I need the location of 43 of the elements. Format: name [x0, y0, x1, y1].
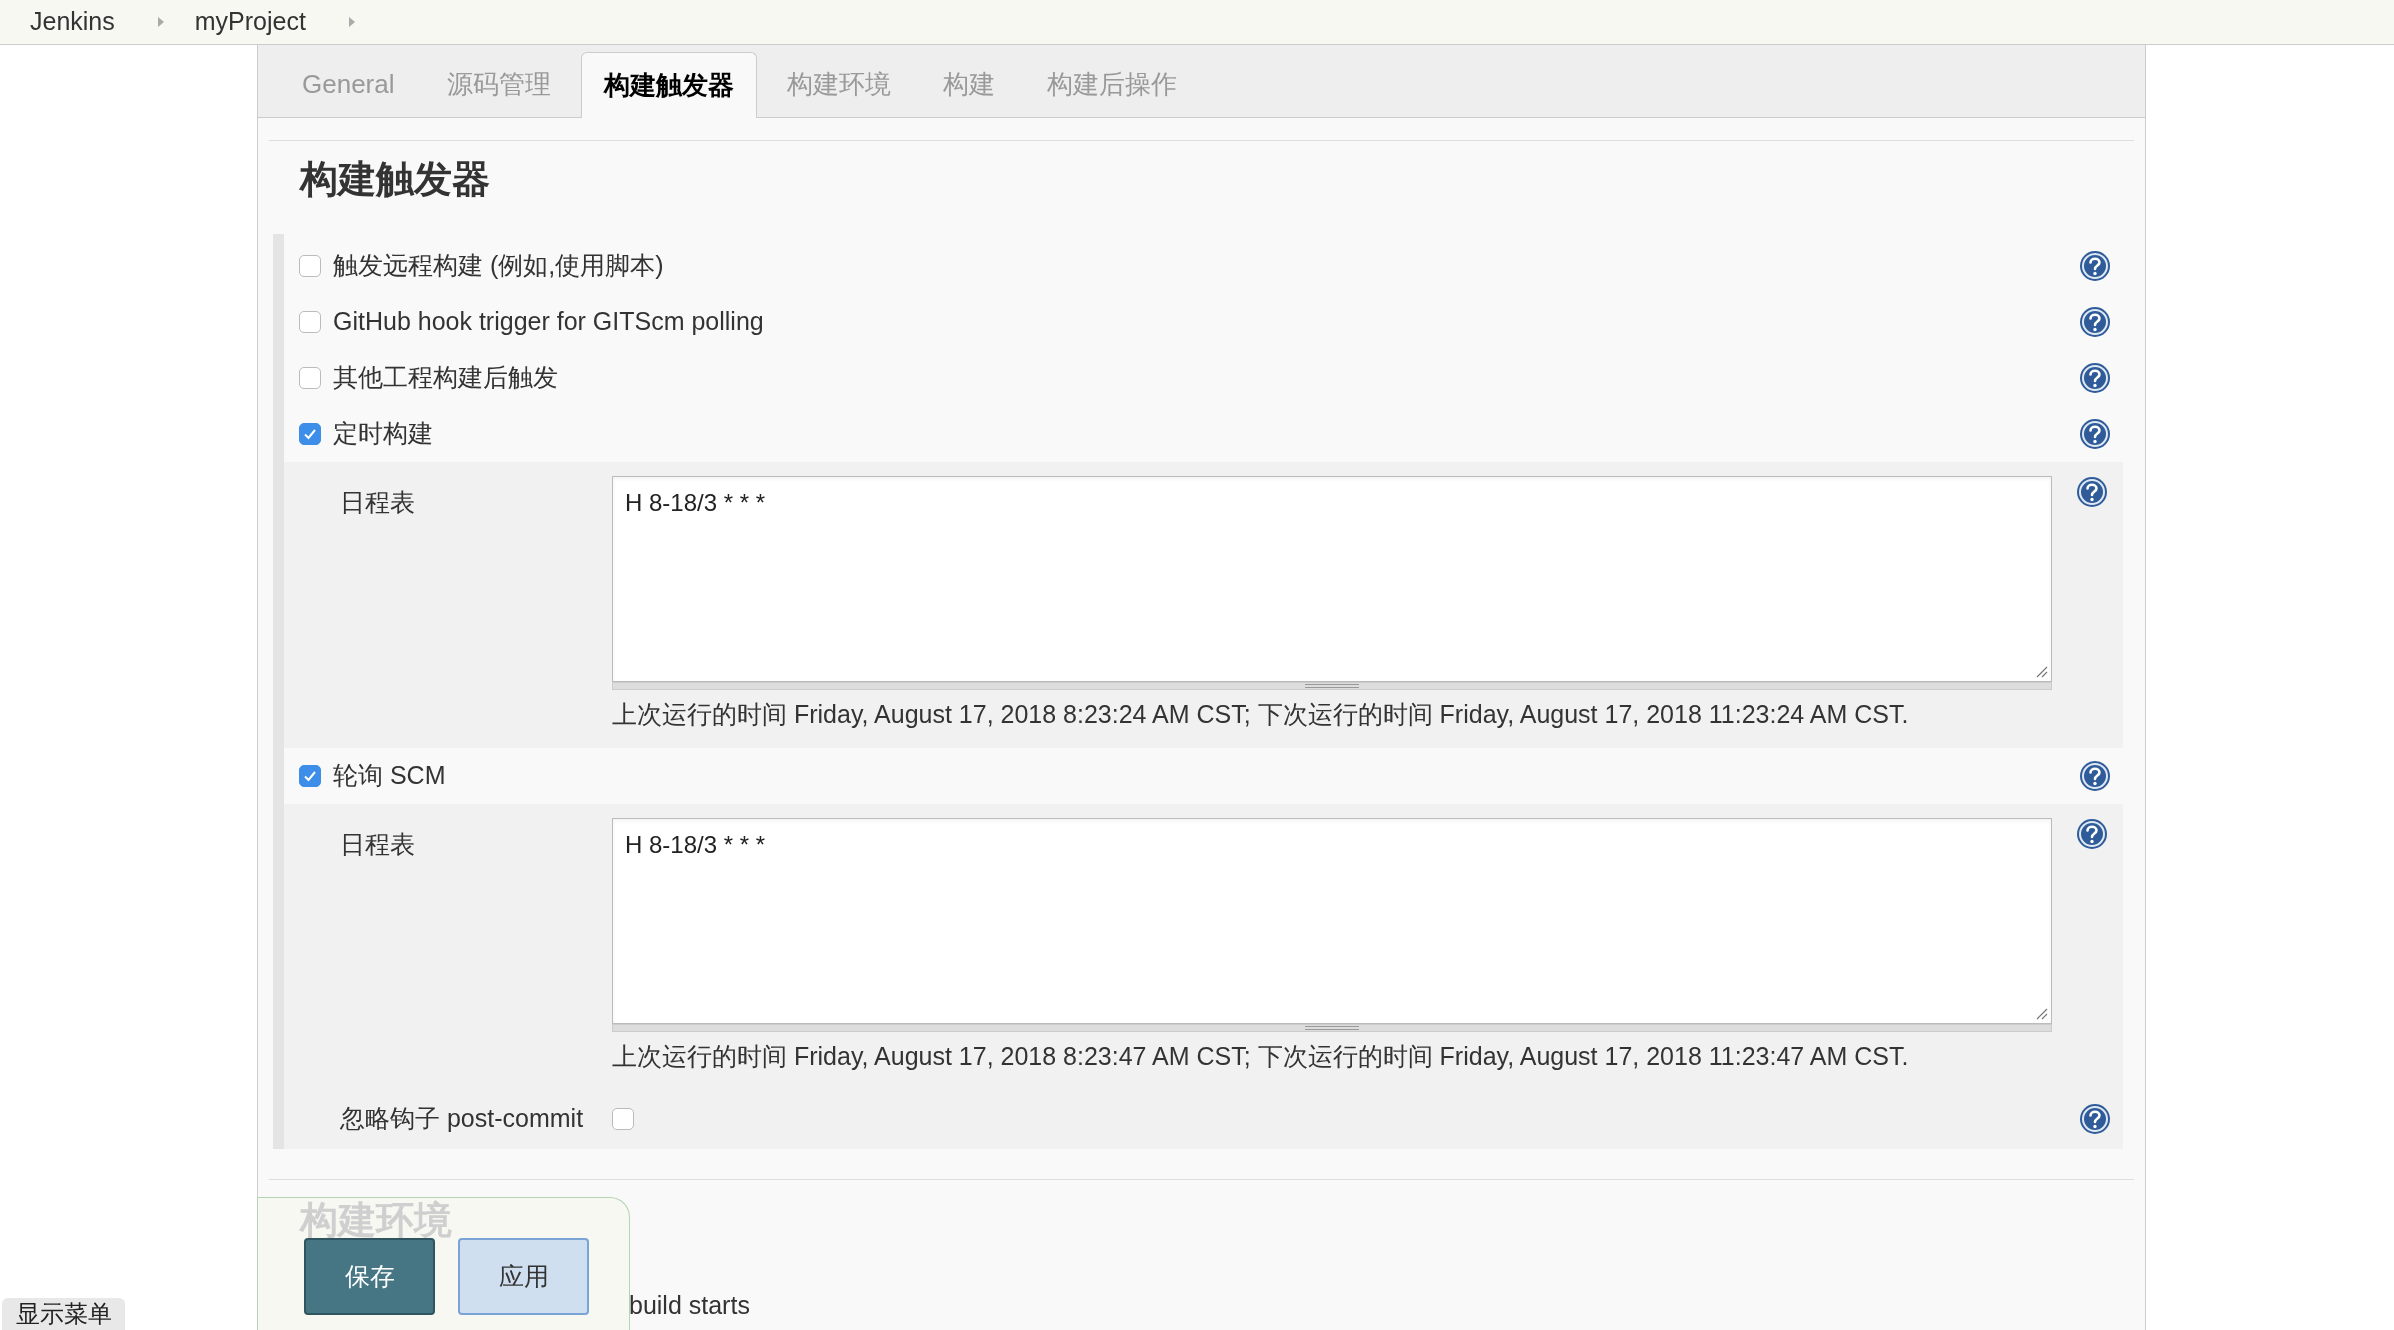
- field-label: 日程表: [340, 828, 416, 860]
- breadcrumb-link[interactable]: Jenkins: [30, 3, 115, 41]
- save-button[interactable]: 保存: [304, 1238, 435, 1315]
- help-icon[interactable]: [2076, 817, 2108, 850]
- help-icon[interactable]: [2079, 250, 2111, 282]
- trigger-label: 轮询 SCM: [333, 759, 447, 791]
- trigger-label: GitHub hook trigger for GITScm polling: [333, 306, 765, 338]
- help-icon[interactable]: [2079, 759, 2111, 792]
- help-icon[interactable]: [2079, 1103, 2111, 1135]
- textarea-value: H 8-18/3 * * *: [625, 489, 766, 516]
- show-menu-button[interactable]: 显示菜单: [2, 1298, 125, 1330]
- checkbox[interactable]: [299, 255, 321, 277]
- textarea-value: H 8-18/3 * * *: [625, 830, 766, 858]
- caret-icon[interactable]: [347, 16, 356, 28]
- caret-icon[interactable]: [156, 16, 165, 28]
- checkbox[interactable]: [299, 367, 321, 389]
- drag-grip-icon[interactable]: [1305, 1025, 1359, 1030]
- apply-button[interactable]: 应用: [458, 1238, 589, 1315]
- help-icon[interactable]: [2079, 362, 2111, 394]
- trigger-label: 定时构建: [333, 418, 434, 450]
- checkbox[interactable]: [612, 1108, 634, 1130]
- help-icon[interactable]: [2076, 476, 2108, 508]
- breadcrumb-link[interactable]: myProject: [194, 3, 306, 41]
- trigger-label: 触发远程构建 (例如,使用脚本): [333, 250, 665, 282]
- resize-handle-icon: [2036, 666, 2048, 678]
- field-label: 忽略钩子 post-commit: [340, 1103, 585, 1135]
- trigger-label: 其他工程构建后触发: [333, 362, 559, 394]
- checkbox[interactable]: [299, 311, 321, 333]
- checkbox[interactable]: [299, 764, 321, 787]
- drag-grip-icon[interactable]: [1305, 684, 1359, 688]
- schedule-note: 上次运行的时间 Friday, August 17, 2018 8:23:47 AM CST; 下次运行的时间 Friday, August 17, 2018 11:23:47 AM CST.: [612, 1040, 1910, 1072]
- tab[interactable]: 构建触发器: [580, 52, 757, 118]
- help-icon[interactable]: [2079, 306, 2111, 338]
- field-label: 日程表: [340, 487, 416, 518]
- schedule-textarea[interactable]: H 8-18/3 * * *: [612, 817, 2052, 1024]
- schedule-note: 上次运行的时间 Friday, August 17, 2018 8:23:24 AM CST; 下次运行的时间 Friday, August 17, 2018 11:23:24 AM CST.: [612, 699, 1910, 730]
- option-label: build starts: [629, 1289, 750, 1321]
- schedule-textarea[interactable]: H 8-18/3 * * *: [612, 476, 2052, 682]
- resize-handle-icon: [2036, 1007, 2048, 1020]
- checkmark-icon: [303, 427, 317, 441]
- section-title: 构建触发器: [300, 157, 491, 202]
- help-icon[interactable]: [2079, 418, 2111, 450]
- checkbox[interactable]: [299, 423, 321, 445]
